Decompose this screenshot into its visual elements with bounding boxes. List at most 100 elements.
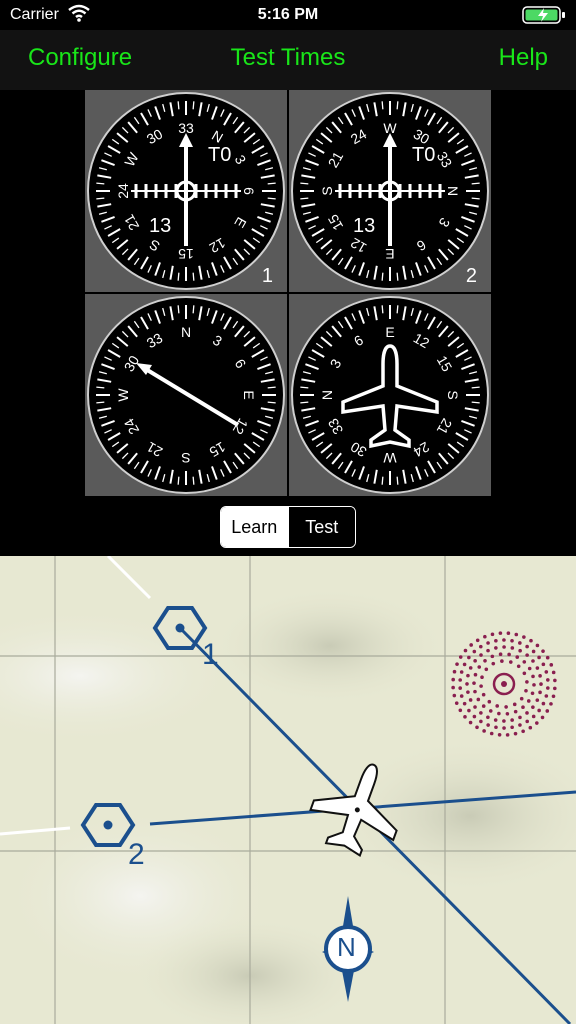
- dial-tick: [300, 197, 309, 200]
- rmi-instrument[interactable]: N 3 6 E 12 15 S 21 24 W 30 33: [85, 294, 287, 496]
- restricted-area-dot: [467, 708, 471, 713]
- restricted-area-dot: [553, 678, 557, 683]
- restricted-area-dot: [522, 660, 527, 664]
- restricted-area-dot: [473, 705, 477, 709]
- dial-label: W: [383, 450, 397, 466]
- restricted-area-dot: [502, 645, 506, 649]
- instrument-grid: N 3 6 E 12 15 S 21 24 W 30 33 T0 13 1 N 3 6 E 12 15 S 21 24 W 30…: [0, 90, 576, 506]
- restricted-area-dot: [483, 634, 487, 639]
- dial-tick: [396, 476, 399, 485]
- restricted-area-dot: [486, 723, 490, 727]
- restricted-area-dot: [525, 680, 529, 684]
- restricted-area-dot: [505, 712, 510, 716]
- restricted-area-dot: [481, 704, 486, 708]
- restricted-area-dot: [540, 715, 545, 720]
- dial-tick: [381, 101, 384, 110]
- dial-tick: [267, 386, 276, 389]
- restricted-area-dot: [535, 698, 540, 702]
- restricted-area-dot: [494, 646, 498, 650]
- restricted-area-dot: [510, 718, 514, 722]
- learn-segment[interactable]: Learn: [221, 507, 288, 547]
- dial-label: 15: [178, 246, 194, 262]
- restricted-area-dot: [538, 674, 542, 678]
- terrain-shade: [210, 586, 450, 706]
- course-readout: 13: [149, 215, 171, 237]
- dial-tick: [177, 305, 180, 314]
- instrument-number: 1: [262, 265, 273, 287]
- vor-station-1-label: 1: [202, 638, 219, 671]
- restricted-area-dot: [514, 632, 519, 637]
- restricted-area-dot: [549, 663, 554, 667]
- restricted-area-dot: [535, 666, 540, 670]
- restricted-area-dot: [469, 643, 473, 647]
- dial-tick: [192, 476, 195, 485]
- instrument-number: 2: [466, 265, 477, 287]
- restricted-area-dot: [506, 631, 511, 635]
- restricted-area-dot: [472, 714, 477, 719]
- restricted-area-dot: [462, 701, 467, 706]
- heading-indicator[interactable]: N 3 6 E 12 15 S 21 24 W 30 33: [289, 294, 491, 496]
- restricted-area-dot: [502, 719, 506, 723]
- dial-tick: [267, 197, 276, 200]
- north-label: N: [337, 932, 356, 962]
- restricted-area-dot: [472, 649, 477, 654]
- dial-tick: [192, 272, 195, 281]
- test-segment[interactable]: Test: [287, 507, 355, 547]
- restricted-area-dot: [531, 659, 535, 663]
- restricted-area-dot: [452, 693, 457, 698]
- restricted-area-dot: [497, 711, 501, 716]
- restricted-area-dot: [545, 655, 550, 660]
- dial-tick: [96, 197, 105, 200]
- restricted-area-dot: [537, 655, 541, 660]
- restricted-area-dot: [463, 648, 468, 653]
- restricted-area-dot: [486, 641, 490, 645]
- test-times-button[interactable]: Test Times: [231, 44, 346, 71]
- restricted-area-dot: [530, 691, 535, 696]
- restricted-area-dot: [477, 665, 482, 669]
- dial-label: S: [445, 390, 461, 399]
- restricted-area-dot: [532, 683, 536, 687]
- restricted-area-dot: [459, 694, 464, 698]
- restricted-area-dot: [473, 659, 477, 663]
- restricted-area-dot: [513, 709, 518, 714]
- restricted-area-dot: [451, 677, 455, 682]
- restricted-area-dot: [490, 654, 495, 659]
- restricted-area-dot: [546, 686, 550, 690]
- rmi-dial: N 36E1215S2124W3033: [87, 296, 285, 494]
- configure-button[interactable]: Configure: [28, 44, 132, 72]
- dial-tick: [177, 272, 180, 281]
- vor-instrument-2[interactable]: N 3 6 E 12 15 S 21 24 W 30 33 T0 13 2: [289, 90, 491, 292]
- restricted-area-dot: [475, 638, 480, 643]
- restricted-area-dot: [519, 696, 524, 701]
- dial-label: E: [385, 246, 394, 262]
- restricted-area-center: [501, 681, 507, 687]
- restricted-area-dot: [495, 704, 500, 708]
- dial-tick: [381, 476, 384, 485]
- restricted-area-dot: [518, 641, 522, 645]
- restricted-area-dot: [521, 729, 525, 734]
- restricted-area-dot: [479, 653, 483, 657]
- dial-tick: [471, 386, 480, 389]
- restricted-area-dot: [489, 731, 494, 736]
- vor-instrument-1[interactable]: N 3 6 E 12 15 S 21 24 W 30 33 T0 13 1: [85, 90, 287, 292]
- restricted-area-dot: [498, 652, 503, 656]
- restricted-area-dot: [508, 660, 513, 664]
- sectional-map[interactable]: 1 2 N: [0, 556, 576, 1024]
- restricted-area-dot: [527, 666, 532, 671]
- course-readout: 13: [353, 215, 375, 237]
- restricted-area-dot: [462, 662, 467, 667]
- restricted-area-dot: [551, 694, 556, 699]
- restricted-area-dot: [510, 646, 515, 650]
- clock: 5:16 PM: [257, 6, 319, 23]
- restricted-area-dot: [510, 725, 514, 730]
- vor-dial-1: N36E1215S2124W30 33T0131: [87, 92, 285, 290]
- dial-tick: [396, 272, 399, 281]
- restricted-area-dot: [512, 702, 517, 707]
- restricted-area-dot: [545, 709, 550, 713]
- restricted-area-dot: [468, 698, 473, 702]
- restricted-area-dot: [505, 733, 510, 737]
- restricted-area-dot: [486, 715, 490, 720]
- help-button[interactable]: Help: [499, 44, 548, 72]
- restricted-area-dot: [459, 670, 464, 674]
- dial-tick: [471, 401, 480, 404]
